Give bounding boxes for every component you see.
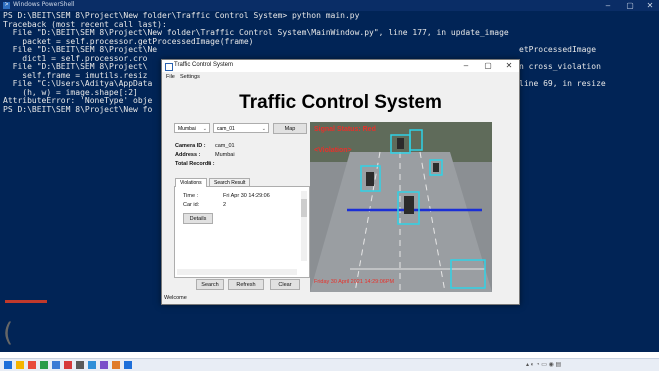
violations-panel: Time : Fri Apr 30 14:29:06 Car id: 2 Det… — [174, 186, 310, 278]
signal-status: Signal Status: Red — [314, 126, 376, 133]
details-button[interactable]: Details — [183, 213, 213, 224]
minimize-icon[interactable]: – — [456, 60, 476, 72]
paren-glyph: ( — [3, 318, 14, 348]
system-tray[interactable]: ▴ ◐ ◔ ▭ ◉ ▤ — [526, 361, 561, 368]
page-title: Traffic Control System — [239, 92, 442, 113]
camera-select[interactable]: cam_01 ⌄ — [213, 123, 269, 133]
camera-select-value: cam_01 — [217, 126, 235, 132]
search-button[interactable]: Search — [196, 279, 224, 290]
app-icon[interactable] — [124, 361, 132, 369]
window-icon — [165, 63, 173, 71]
chevron-down-icon: ⌄ — [202, 126, 207, 132]
car-id-value: 2 — [223, 202, 227, 208]
traffic-app-window: Traffic Control System – ▢ ✕ File Settin… — [161, 59, 520, 305]
horizontal-scrollbar[interactable] — [177, 269, 297, 275]
camera-id-label: Camera ID : — [175, 143, 206, 149]
app-icon[interactable] — [52, 361, 60, 369]
camera-timestamp: Friday 30 April 2021 14:29:06PM — [314, 279, 395, 285]
address-value: Mumbai — [215, 152, 235, 158]
violation-label: <Violation> — [314, 147, 352, 154]
close-icon[interactable]: ✕ — [499, 60, 519, 72]
chevron-down-icon: ⌄ — [261, 126, 266, 132]
camera-feed: Signal Status: Red <Violation> Friday 30… — [310, 122, 492, 292]
app-icon[interactable] — [88, 361, 96, 369]
menubar: File Settings — [162, 72, 519, 82]
app-icon[interactable] — [76, 361, 84, 369]
app-icon[interactable] — [112, 361, 120, 369]
vertical-scrollbar[interactable] — [301, 191, 307, 261]
clear-button[interactable]: Clear — [270, 279, 300, 290]
camera-id-value: cam_01 — [215, 143, 235, 149]
app-icon[interactable] — [28, 361, 36, 369]
menu-settings[interactable]: Settings — [180, 74, 200, 80]
status-bar: Welcome — [164, 295, 187, 301]
explorer-icon[interactable] — [16, 361, 24, 369]
menu-file[interactable]: File — [166, 74, 175, 80]
app-title: Traffic Control System — [174, 62, 234, 68]
maximize-icon[interactable]: ▢ — [478, 60, 498, 72]
powershell-title: Windows PowerShell — [13, 1, 75, 8]
refresh-button[interactable]: Refresh — [228, 279, 264, 290]
close-icon[interactable]: ✕ — [640, 0, 659, 11]
map-button[interactable]: Map — [273, 123, 307, 134]
minimize-icon[interactable]: – — [598, 0, 618, 11]
console-output-right: etProcessedImage n cross_violation line … — [519, 45, 606, 88]
powershell-titlebar: > Windows PowerShell – ▢ ✕ — [0, 0, 659, 11]
app-icon[interactable] — [40, 361, 48, 369]
car-id-label: Car id: — [183, 202, 200, 208]
app-icon[interactable] — [64, 361, 72, 369]
start-icon[interactable] — [4, 361, 12, 369]
city-select[interactable]: Mumbai ⌄ — [174, 123, 210, 133]
maximize-icon[interactable]: ▢ — [620, 0, 640, 11]
red-bar-decoration — [5, 300, 47, 303]
app-icon[interactable] — [100, 361, 108, 369]
city-select-value: Mumbai — [178, 126, 196, 132]
scrollbar-thumb[interactable] — [301, 199, 307, 217]
total-records-value: 0 — [208, 161, 212, 167]
time-value: Fri Apr 30 14:29:06 — [223, 193, 270, 199]
tab-violations[interactable]: Violations — [175, 178, 207, 187]
time-label: Time : — [183, 193, 199, 199]
app-titlebar: Traffic Control System – ▢ ✕ — [162, 60, 519, 72]
powershell-icon: > — [3, 2, 10, 9]
taskbar: ▴ ◐ ◔ ▭ ◉ ▤ — [0, 358, 659, 371]
address-label: Address : — [175, 152, 201, 158]
